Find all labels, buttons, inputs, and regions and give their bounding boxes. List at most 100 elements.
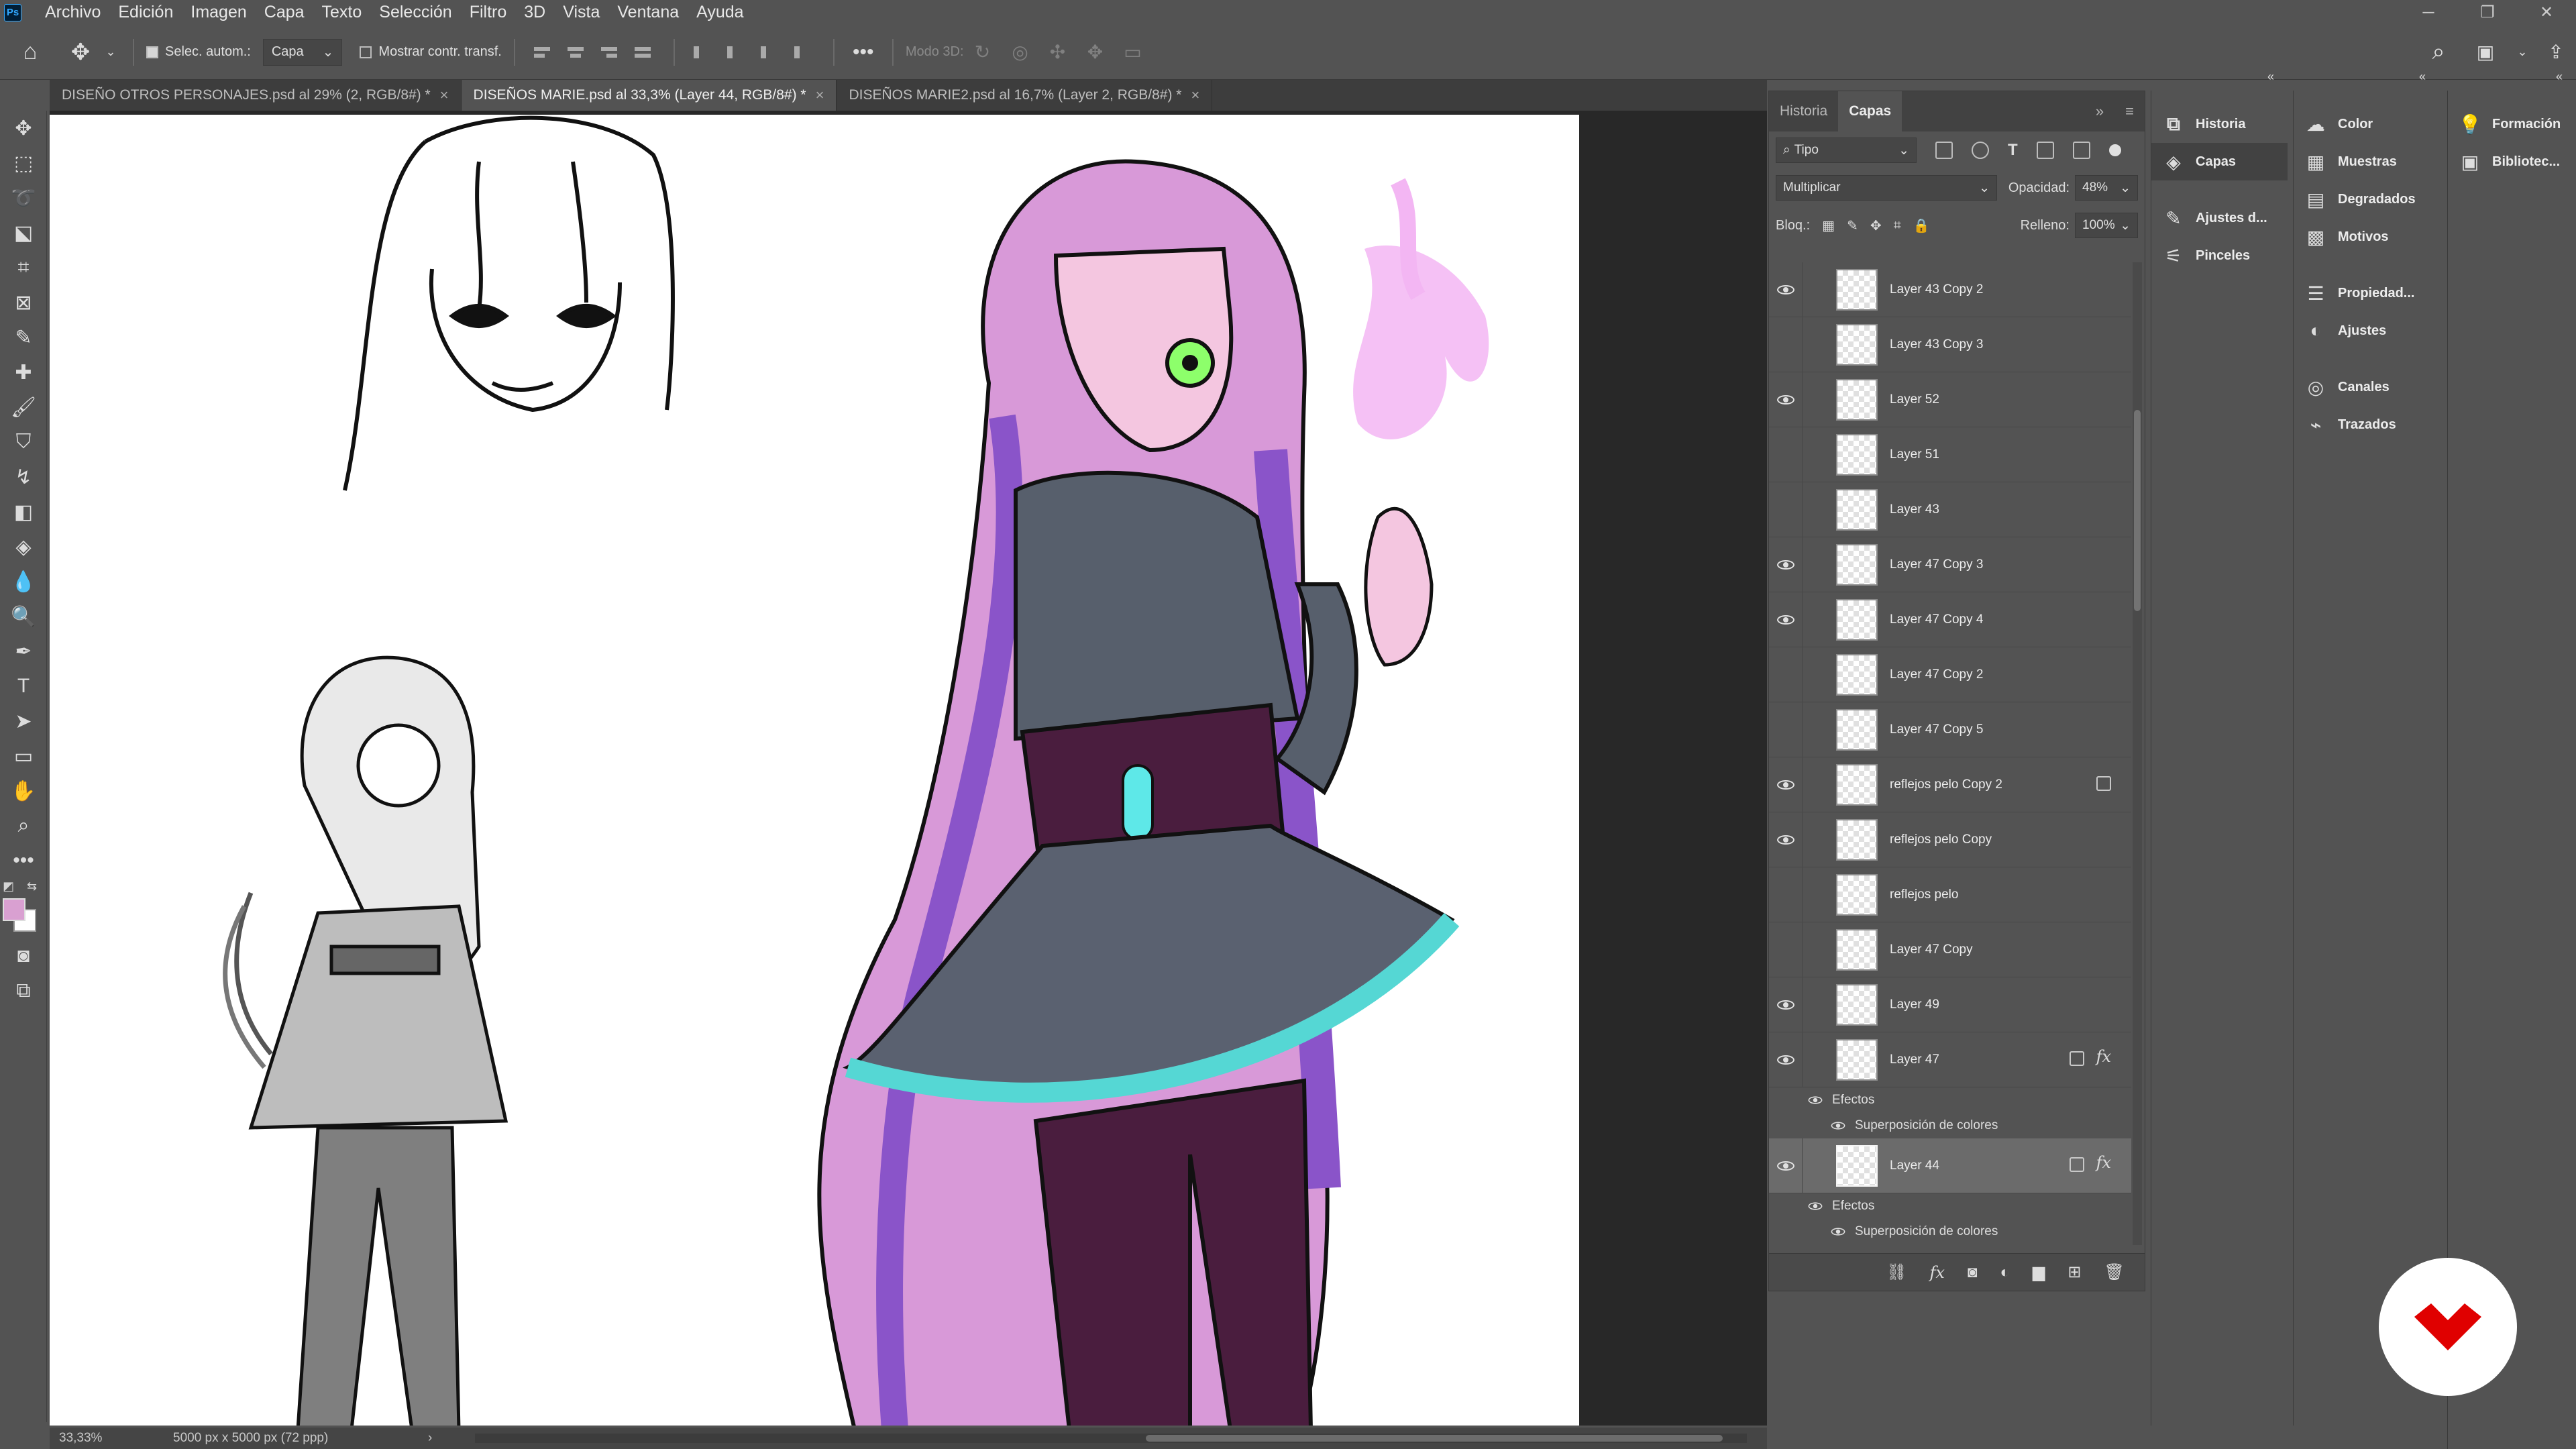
checkbox-unchecked-icon[interactable] <box>360 46 372 58</box>
minimize-icon[interactable]: ─ <box>2399 0 2458 25</box>
layer-row[interactable]: Layer 47 Copy 5 <box>1769 702 2131 757</box>
menu-capa[interactable]: Capa <box>256 0 313 25</box>
show-transform-checkbox[interactable]: Mostrar contr. transf. <box>360 44 502 60</box>
visibility-toggle[interactable] <box>1769 372 1803 427</box>
close-icon[interactable]: × <box>1191 87 1199 104</box>
visibility-toggle[interactable] <box>1769 702 1803 757</box>
layer-name[interactable]: Layer 43 <box>1890 502 1939 517</box>
more-options-icon[interactable]: ••• <box>847 32 880 72</box>
foreground-color-swatch[interactable] <box>3 898 25 921</box>
eye-icon[interactable] <box>1831 1228 1845 1236</box>
fx-badge[interactable]: fx <box>2096 1153 2111 1172</box>
panel-button-capas[interactable]: ◈ Capas <box>2151 143 2288 180</box>
layer-thumbnail[interactable] <box>1836 708 1878 751</box>
home-icon[interactable]: ⌂ <box>0 32 60 72</box>
eye-icon[interactable] <box>1776 1055 1794 1065</box>
blend-mode-select[interactable]: Multiplicar ⌄ <box>1776 175 1997 201</box>
menu-3d[interactable]: 3D <box>515 0 554 25</box>
auto-select-checkbox[interactable]: Selec. autom.: <box>146 44 251 60</box>
layer-name[interactable]: reflejos pelo Copy 2 <box>1890 777 2002 792</box>
menu-edicion[interactable]: Edición <box>109 0 182 25</box>
align-middle-v-icon[interactable] <box>727 42 747 62</box>
lock-transparent-icon[interactable]: ▦ <box>1822 217 1835 234</box>
screen-mode-icon[interactable]: ⧉ <box>0 973 47 1008</box>
layers-scrollbar[interactable] <box>2133 262 2142 1245</box>
more-tools-icon[interactable]: ••• <box>0 843 47 878</box>
blur-tool-icon[interactable]: 💧 <box>0 564 47 599</box>
align-bottom-icon[interactable] <box>760 42 781 62</box>
visibility-toggle[interactable] <box>1769 482 1803 537</box>
panel-button-degradados[interactable]: ▤ Degradados <box>2294 180 2442 218</box>
layer-thumbnail[interactable] <box>1836 928 1878 971</box>
workspace-chevron-icon[interactable]: ⌄ <box>2509 32 2536 72</box>
eye-icon[interactable] <box>1776 835 1794 845</box>
visibility-toggle[interactable] <box>1769 317 1803 372</box>
pen-tool-icon[interactable]: ✒ <box>0 634 47 669</box>
quick-mask-icon[interactable]: ◙ <box>0 938 47 973</box>
menu-ventana[interactable]: Ventana <box>608 0 688 25</box>
tool-preset-chevron-icon[interactable]: ⌄ <box>101 32 121 72</box>
layer-row[interactable]: reflejos pelo Copy 2 <box>1769 757 2131 812</box>
layer-thumbnail[interactable] <box>1836 818 1878 861</box>
eye-icon[interactable] <box>1831 1122 1845 1130</box>
workspace-icon[interactable]: ▣ <box>2462 32 2509 72</box>
panel-button-propiedades[interactable]: ☰ Propiedad... <box>2294 274 2442 312</box>
panel-button-formacion[interactable]: 💡 Formación <box>2448 105 2576 143</box>
layer-44-overlay-row[interactable]: Superposición de colores <box>1769 1219 2131 1244</box>
history-brush-icon[interactable]: ↯ <box>0 460 47 494</box>
lock-image-icon[interactable]: ✎ <box>1847 217 1858 234</box>
document-canvas[interactable] <box>50 115 1579 1426</box>
visibility-toggle[interactable] <box>1769 977 1803 1032</box>
move-tool-icon[interactable]: ✥ <box>0 111 47 146</box>
panel-button-color[interactable]: ☁ Color <box>2294 105 2442 143</box>
visibility-toggle[interactable] <box>1769 757 1803 812</box>
zoom-level[interactable]: 33,33% <box>59 1431 173 1446</box>
eye-icon[interactable] <box>1776 394 1794 405</box>
add-mask-icon[interactable]: ◙ <box>1968 1263 1978 1282</box>
panel-button-muestras[interactable]: ▦ Muestras <box>2294 143 2442 180</box>
zoom-tool-icon[interactable]: ⌕ <box>0 808 47 843</box>
layer-thumbnail[interactable] <box>1836 378 1878 421</box>
panel-button-historia[interactable]: ⧉ Historia <box>2151 105 2288 143</box>
layer-name[interactable]: Layer 43 Copy 3 <box>1890 337 1983 352</box>
tab-document-3[interactable]: DISEÑOS MARIE2.psd al 16,7% (Layer 2, RG… <box>837 80 1213 111</box>
layer-name[interactable]: reflejos pelo Copy <box>1890 833 1992 847</box>
layer-thumbnail[interactable] <box>1836 268 1878 311</box>
layer-thumbnail[interactable] <box>1836 433 1878 476</box>
panel-button-canales[interactable]: ◎ Canales <box>2294 368 2442 406</box>
brush-tool-icon[interactable]: 🖌 <box>0 390 47 425</box>
new-layer-icon[interactable]: ⊞ <box>2068 1263 2081 1282</box>
menu-archivo[interactable]: Archivo <box>36 0 109 25</box>
visibility-toggle[interactable] <box>1769 262 1803 317</box>
filter-smart-object-icon[interactable] <box>2072 142 2090 159</box>
layer-thumbnail[interactable] <box>1836 543 1878 586</box>
layer-row[interactable]: Layer 52 <box>1769 372 2131 427</box>
close-icon[interactable]: × <box>440 87 449 104</box>
layer-name[interactable]: Layer 51 <box>1890 447 1939 462</box>
object-select-tool-icon[interactable]: ⬕ <box>0 215 47 250</box>
distribute-icon[interactable] <box>634 42 655 62</box>
eye-icon[interactable] <box>1776 614 1794 625</box>
hand-tool-icon[interactable]: ✋ <box>0 773 47 808</box>
close-icon[interactable]: × <box>816 87 824 104</box>
layer-name[interactable]: Layer 47 Copy 5 <box>1890 722 1983 737</box>
status-arrow-icon[interactable]: › <box>428 1431 455 1446</box>
layer-row-layer-47[interactable]: Layer 47 fx <box>1769 1032 2131 1087</box>
eye-icon[interactable] <box>1776 559 1794 570</box>
eye-icon[interactable] <box>1776 1000 1794 1010</box>
fill-input[interactable]: 100% ⌄ <box>2075 213 2138 238</box>
collapse-dock-icon[interactable]: « <box>2556 70 2563 84</box>
panel-button-bibliotecas[interactable]: ▣ Bibliotec... <box>2448 143 2576 180</box>
filter-shape-icon[interactable] <box>2036 142 2054 159</box>
add-style-icon[interactable]: fx <box>1930 1263 1945 1282</box>
menu-texto[interactable]: Texto <box>313 0 371 25</box>
visibility-toggle[interactable] <box>1769 592 1803 647</box>
layer-row[interactable]: Layer 47 Copy 3 <box>1769 537 2131 592</box>
eyedropper-tool-icon[interactable]: ✎ <box>0 320 47 355</box>
collapse-dock-icon[interactable]: « <box>2267 70 2274 84</box>
eye-icon[interactable] <box>1776 284 1794 294</box>
layer-row[interactable]: reflejos pelo Copy <box>1769 812 2131 867</box>
search-icon[interactable]: ⌕ <box>2415 32 2462 72</box>
visibility-toggle[interactable] <box>1769 427 1803 482</box>
menu-imagen[interactable]: Imagen <box>182 0 255 25</box>
